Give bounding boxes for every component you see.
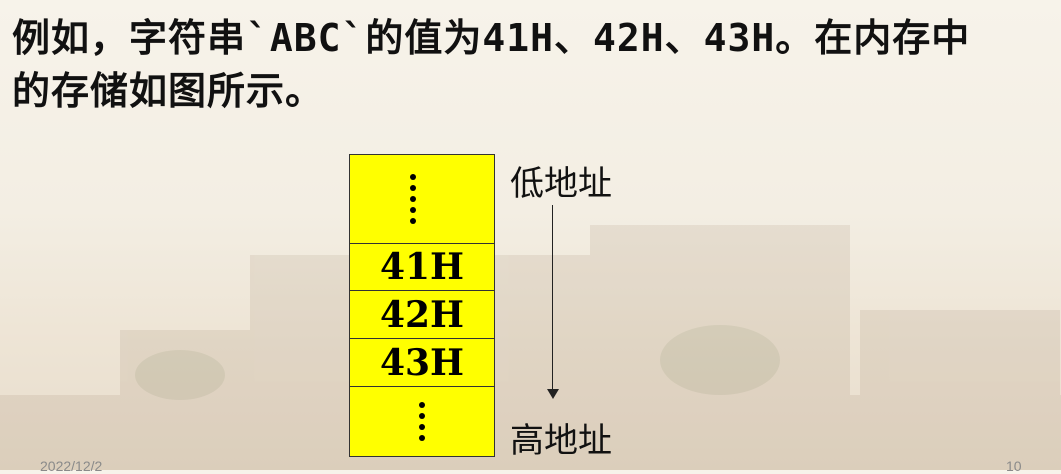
slide-text-line-2: 的存储如图所示。 — [12, 69, 325, 113]
high-address-label: 高地址 — [510, 421, 612, 461]
arrow-down-icon — [547, 389, 559, 399]
page-number: 10 — [1006, 458, 1022, 474]
memory-cell-43h: 43H — [350, 338, 494, 386]
low-address-label: 低地址 — [510, 164, 612, 204]
vertical-ellipsis-icon — [410, 174, 416, 224]
slide-body-text: 例如，字符串`ABC`的值为41H、42H、43H。在内存中 的存储如图所示。 — [12, 12, 1057, 118]
memory-cell-ellipsis-top — [350, 155, 494, 243]
memory-cell-ellipsis-bottom — [350, 386, 494, 455]
memory-cell-42h: 42H — [350, 290, 494, 338]
footer-date: 2022/12/2 — [40, 458, 103, 474]
vertical-ellipsis-icon — [419, 401, 425, 441]
memory-diagram: 41H 42H 43H — [349, 154, 495, 457]
slide-text-line-1: 例如，字符串`ABC`的值为41H、42H、43H。在内存中 — [12, 16, 971, 60]
memory-cell-41h: 41H — [350, 243, 494, 290]
address-direction-arrow — [552, 205, 553, 391]
